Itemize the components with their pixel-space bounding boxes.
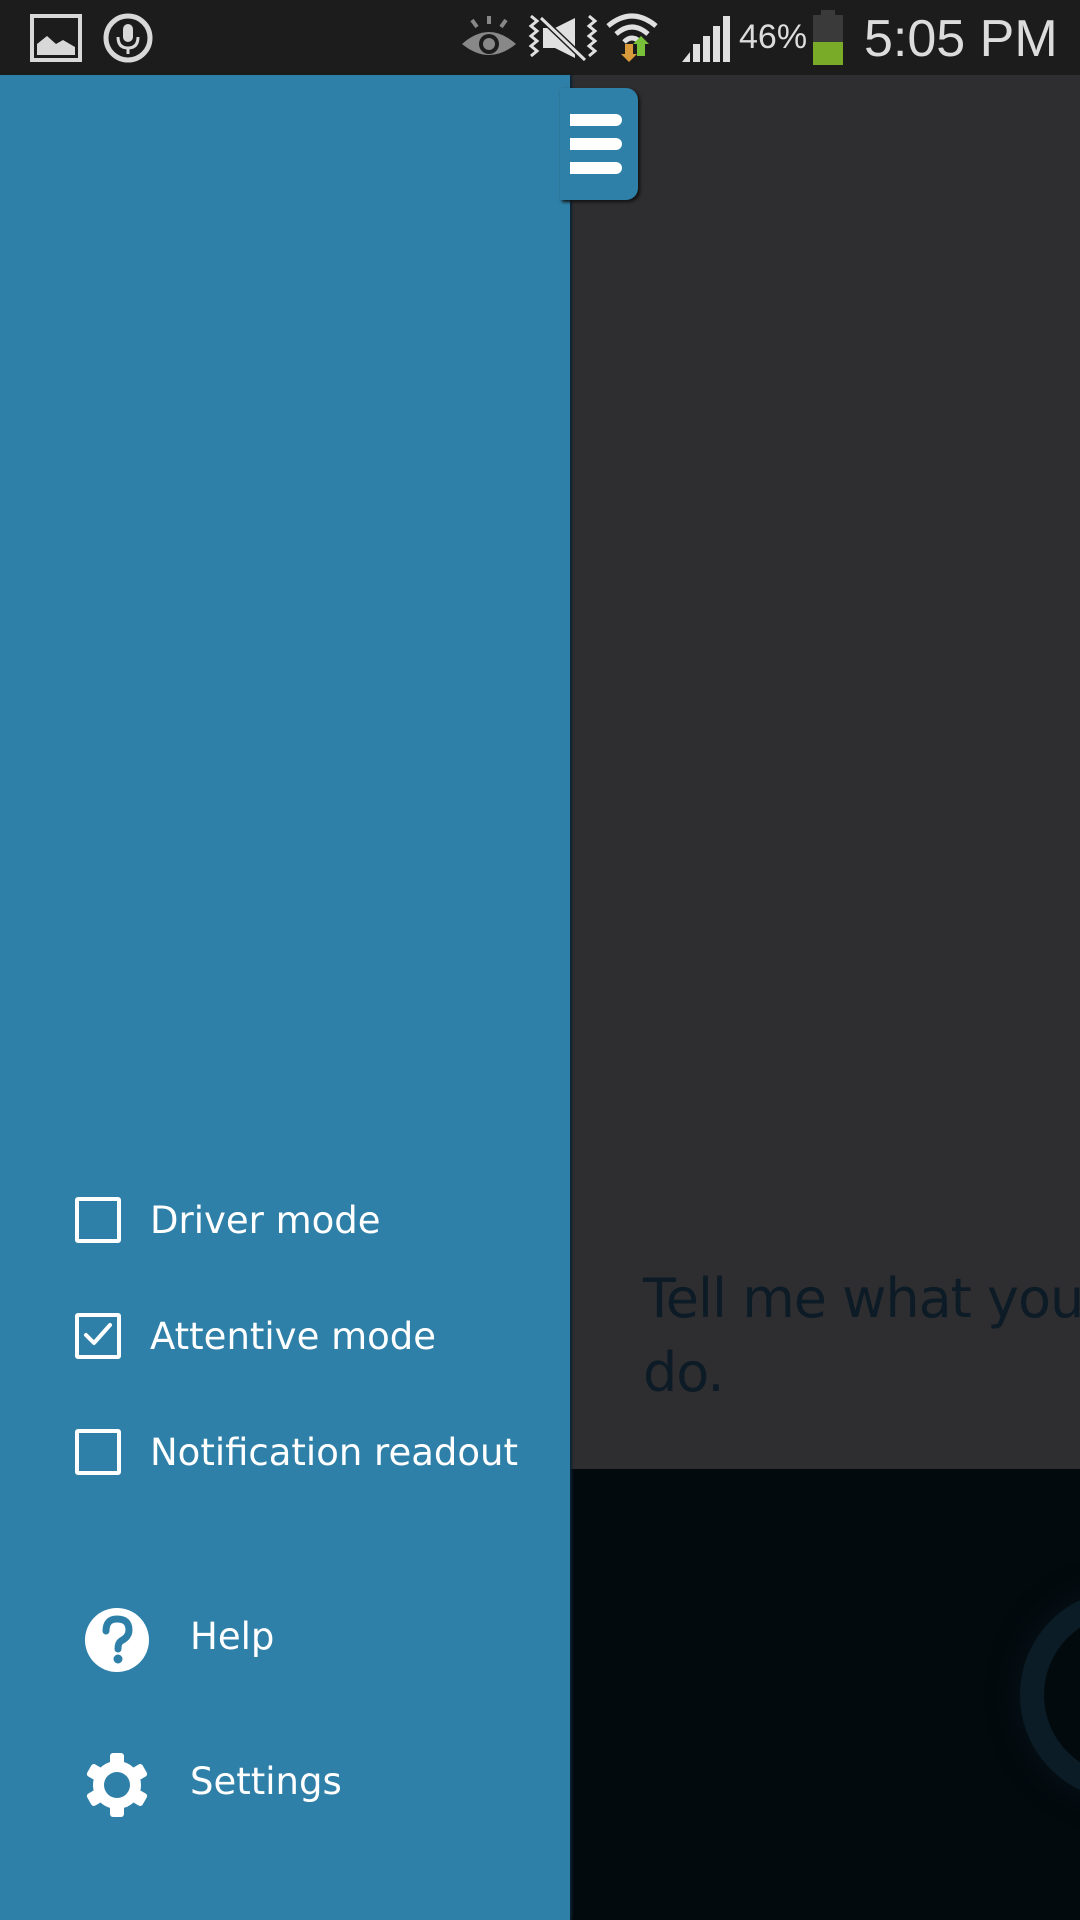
checkbox[interactable] (75, 1429, 121, 1475)
settings-gear-icon (86, 1753, 148, 1817)
menu-toggle-button[interactable] (560, 88, 638, 200)
gallery-icon (30, 14, 82, 66)
voice-input-area (570, 1469, 1080, 1920)
toggle-label: Driver mode (150, 1198, 381, 1242)
status-bar: 46% 5:05 PM (0, 0, 1080, 75)
checkbox[interactable] (75, 1313, 121, 1359)
wifi-icon (604, 10, 660, 70)
mute-icon (527, 14, 599, 66)
prompt-line-2: do. (643, 1341, 725, 1404)
toggle-label: Attentive mode (150, 1314, 437, 1358)
help-icon (85, 1608, 149, 1672)
toggle-driver-mode[interactable]: Driver mode (75, 1190, 381, 1250)
menu-item-help[interactable]: Help (84, 1607, 274, 1677)
toggle-label: Notification readout (150, 1430, 518, 1474)
smart-stay-eye-icon (460, 14, 518, 64)
toggle-notification-readout[interactable]: Notification readout (75, 1422, 518, 1482)
assistant-prompt: Tell me what you do. (643, 1262, 1080, 1410)
menu-item-settings[interactable]: Settings (84, 1752, 342, 1822)
clock: 5:05 PM (864, 10, 1058, 68)
battery-icon (810, 10, 846, 70)
checkbox[interactable] (75, 1197, 121, 1243)
menu-label: Settings (190, 1760, 342, 1803)
menu-label: Help (190, 1615, 275, 1658)
navigation-drawer: Driver mode Attentive mode Notification … (0, 75, 570, 1920)
toggle-attentive-mode[interactable]: Attentive mode (75, 1306, 436, 1366)
assistant-panel (570, 75, 1080, 1469)
signal-icon (680, 14, 732, 68)
prompt-line-1: Tell me what you (643, 1267, 1080, 1330)
battery-percent: 46% (739, 18, 808, 56)
voice-mic-icon (102, 12, 154, 68)
checkmark-icon (84, 1323, 112, 1345)
